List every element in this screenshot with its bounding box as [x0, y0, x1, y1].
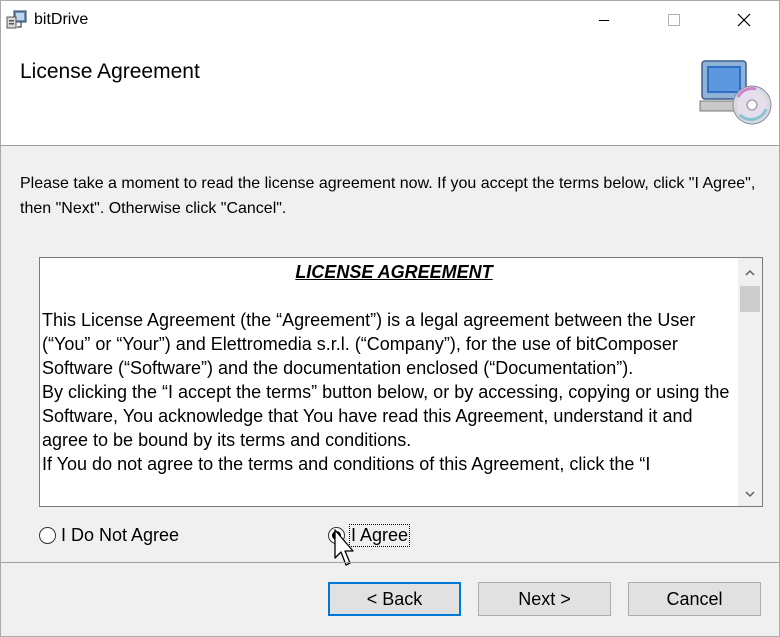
scroll-down-button[interactable]: [738, 482, 762, 506]
setup-icon: [6, 10, 27, 29]
radio-agree-label[interactable]: I Agree: [348, 523, 411, 547]
license-paragraph: If You do not agree to the terms and con…: [42, 454, 651, 474]
vertical-scrollbar[interactable]: [738, 258, 762, 506]
maximize-button[interactable]: [651, 1, 697, 39]
minimize-icon: [599, 20, 609, 21]
window-title: bitDrive: [34, 11, 89, 28]
license-textbox[interactable]: LICENSE AGREEMENT This License Agreement…: [39, 257, 763, 507]
footer-separator: [1, 562, 779, 563]
installer-window: bitDrive License Agreement Please take a…: [0, 0, 780, 637]
license-heading: LICENSE AGREEMENT: [295, 262, 493, 282]
header-banner: License Agreement: [1, 39, 779, 146]
chevron-up-icon: [745, 269, 755, 276]
back-button[interactable]: < Back: [328, 582, 461, 616]
chevron-down-icon: [745, 490, 755, 497]
radio-disagree[interactable]: I Do Not Agree: [39, 524, 179, 546]
maximize-icon: [668, 14, 680, 26]
computer-cd-icon: [699, 60, 772, 125]
page-title: License Agreement: [20, 60, 200, 83]
title-bar[interactable]: bitDrive: [1, 1, 779, 39]
scroll-up-button[interactable]: [738, 258, 762, 286]
radio-disagree-label[interactable]: I Do Not Agree: [61, 525, 179, 546]
next-button[interactable]: Next >: [478, 582, 611, 616]
license-content: LICENSE AGREEMENT This License Agreement…: [42, 258, 736, 476]
close-icon: [737, 13, 751, 27]
instructions-text: Please take a moment to read the license…: [20, 175, 756, 217]
scroll-thumb[interactable]: [740, 286, 760, 312]
license-paragraph: This License Agreement (the “Agreement”)…: [42, 310, 696, 378]
mouse-cursor-icon: [334, 529, 354, 566]
radio-disagree-circle[interactable]: [39, 526, 56, 544]
license-paragraph: By clicking the “I accept the terms” but…: [42, 382, 730, 450]
cancel-button[interactable]: Cancel: [628, 582, 761, 616]
minimize-button[interactable]: [581, 1, 627, 39]
close-button[interactable]: [721, 1, 767, 39]
